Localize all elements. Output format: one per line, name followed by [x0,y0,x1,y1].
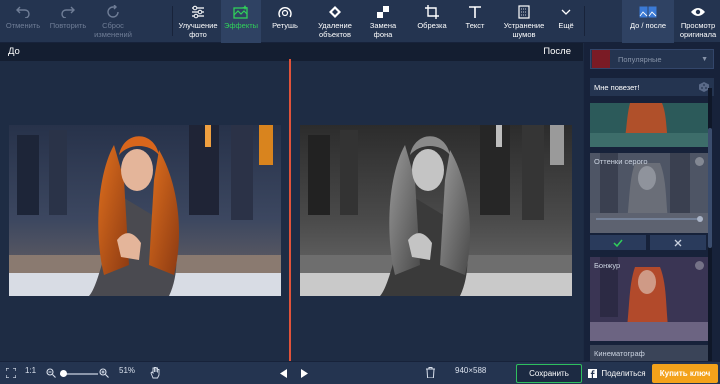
effect-name: Кинематограф [594,349,645,358]
trash-icon[interactable] [426,367,435,378]
after-photo [300,125,572,296]
undo-label: Отменить [5,21,41,30]
compare-divider[interactable] [289,59,291,361]
effect-favorite-dot[interactable] [695,261,704,270]
zoom-in-icon[interactable] [99,368,109,378]
panel-scrollbar[interactable] [708,88,712,361]
scrollbar-thumb[interactable] [708,128,712,248]
effect-favorite-dot[interactable] [695,157,704,166]
before-after-button[interactable]: До / после [622,0,674,43]
save-button[interactable]: Сохранить [516,364,582,383]
share-label: Поделиться [601,369,646,378]
redo-icon [58,3,78,21]
retouch-label: Ретушь [272,21,298,30]
chevron-down-icon: ▼ [701,55,708,63]
crop-label: Обрезка [417,21,447,30]
reset-button[interactable]: Сброс изменений [90,0,136,43]
hand-tool-icon[interactable] [150,367,161,379]
reset-label: Сброс изменений [94,21,132,39]
denoise-label: Устранение шумов [503,21,545,39]
undo-button[interactable]: Отменить [0,0,46,43]
redo-label: Повторить [49,21,87,30]
remove-objects-label: Удаление объектов [318,21,352,39]
zoom-level: 51% [119,366,136,375]
retouch-button[interactable]: Ретушь [263,0,307,43]
previous-arrow-icon[interactable] [280,369,288,378]
checkmark-icon [613,239,623,247]
eraser-icon [325,3,345,21]
before-after-icon [638,3,658,21]
effects-label: Эффекты [223,21,259,30]
category-dropdown[interactable]: Популярные ▼ [590,49,714,69]
toolbar-divider [584,6,585,36]
category-value: Популярные [618,54,662,64]
after-label: После [543,46,571,57]
replace-bg-label: Замена фона [369,21,397,39]
reset-icon [103,3,123,21]
more-label: Ещё [558,21,574,30]
before-after-label: До / после [629,21,667,30]
viewer-header: До После [0,43,583,61]
apply-effect-button[interactable] [590,235,646,250]
buy-key-button[interactable]: Купить ключ [652,364,718,383]
sliders-icon [188,3,208,21]
effect-thumbnail-selected[interactable]: Оттенки серого [590,153,708,233]
crop-icon [422,3,442,21]
denoise-button[interactable]: Устранение шумов [496,0,552,43]
effects-panel: Популярные ▼ Мне повезет! Оттенки серого… [584,43,720,361]
effect-thumbnail[interactable] [590,103,708,147]
before-label: До [8,46,20,57]
zoom-out-icon[interactable] [46,368,56,378]
lucky-button[interactable]: Мне повезет! [590,78,714,96]
background-icon [373,3,393,21]
denoise-icon [514,3,534,21]
category-thumbnail [592,50,610,68]
text-icon [465,3,485,21]
toolbar-divider [172,6,173,36]
next-arrow-icon[interactable] [300,369,308,378]
replace-bg-button[interactable]: Замена фона [362,0,404,43]
view-original-button[interactable]: Просмотр оригинала [676,0,720,43]
more-button[interactable]: Ещё [554,0,578,43]
crop-button[interactable]: Обрезка [410,0,454,43]
cancel-effect-button[interactable] [650,235,706,250]
chevron-down-icon [556,3,576,21]
undo-icon [13,3,33,21]
bottom-bar: 1:1 51% 940×588 Сохранить Поделиться Куп… [0,361,720,384]
eye-icon [688,3,708,21]
before-photo [9,125,281,296]
view-original-label: Просмотр оригинала [679,21,717,39]
compare-viewer[interactable]: До После [0,43,583,361]
effects-button[interactable]: Эффекты [221,0,261,43]
retouch-icon [275,3,295,21]
facebook-icon [588,369,598,378]
lucky-label: Мне повезет! [594,82,640,92]
effect-name: Бонжур [594,261,621,270]
effect-name: Оттенки серого [594,157,648,166]
effect-thumbnail[interactable]: Кинематограф [590,345,708,361]
image-dimensions: 940×588 [455,366,487,375]
enhance-label: Улучшение фото [178,21,218,39]
text-label: Текст [465,21,485,30]
close-icon [674,239,682,246]
zoom-1to1-button[interactable]: 1:1 [25,366,36,375]
text-button[interactable]: Текст [454,0,496,43]
effect-thumbnail[interactable]: Бонжур [590,257,708,341]
fit-screen-icon[interactable] [6,368,16,378]
remove-objects-button[interactable]: Удаление объектов [309,0,361,43]
zoom-slider-handle[interactable] [60,370,67,377]
share-button[interactable]: Поделиться [584,364,650,383]
effects-icon [231,3,251,21]
main-toolbar: Отменить Повторить Сброс изменений Улучш… [0,0,720,43]
enhance-button[interactable]: Улучшение фото [175,0,221,43]
redo-button[interactable]: Повторить [46,0,90,43]
